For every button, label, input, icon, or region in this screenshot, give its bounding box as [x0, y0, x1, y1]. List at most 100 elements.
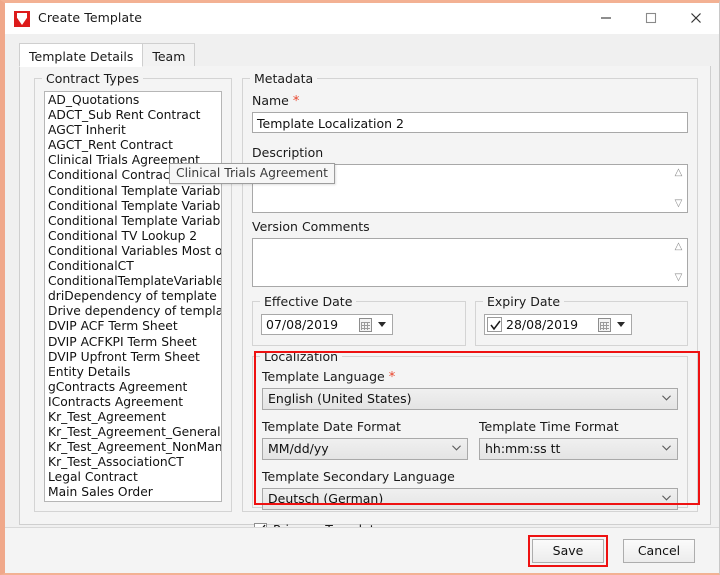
chevron-down-icon [662, 395, 671, 401]
template-date-format-label: Template Date Format [262, 419, 401, 434]
list-item[interactable]: AD_Quotations [45, 93, 221, 108]
template-secondary-language-select[interactable]: Deutsch (German) [262, 488, 678, 510]
template-details-panel: Contract Types AD_QuotationsADCT_Sub Ren… [19, 66, 711, 525]
list-item[interactable]: AGCT Inherit [45, 123, 221, 138]
scroll-up-icon[interactable]: △ [671, 166, 686, 180]
checkmark-icon [490, 320, 501, 331]
chevron-down-icon [662, 445, 671, 451]
list-item[interactable]: Conditional Template Variables [45, 184, 221, 199]
name-label: Name * [252, 93, 299, 109]
list-item[interactable]: gContracts Agreement [45, 380, 221, 395]
metadata-group: Metadata Name * Template Localization 2 … [242, 78, 698, 512]
list-item[interactable]: DVIP ACFKPI Term Sheet [45, 335, 221, 350]
expiry-date-checkbox[interactable] [487, 317, 502, 332]
effective-date-legend: Effective Date [260, 294, 356, 309]
scroll-down-icon[interactable]: ▽ [671, 271, 686, 285]
metadata-legend: Metadata [250, 71, 317, 86]
scroll-down-icon[interactable]: ▽ [671, 197, 686, 211]
list-item[interactable]: driDependency of template variables [45, 289, 221, 304]
template-time-format-label: Template Time Format [479, 419, 619, 434]
version-comments-textarea[interactable]: △ ▽ [252, 238, 688, 287]
list-item[interactable]: Conditional Template Variables Look [45, 199, 221, 214]
save-button-label: Save [553, 543, 584, 558]
template-secondary-language-label: Template Secondary Language [262, 469, 455, 484]
template-date-format-value: MM/dd/yy [268, 441, 329, 456]
calendar-icon[interactable] [359, 318, 372, 332]
template-language-select[interactable]: English (United States) [262, 388, 678, 410]
expiry-date-group: Expiry Date 28/08/2019 [475, 301, 688, 346]
list-item[interactable]: Conditional Template Variables Strin [45, 214, 221, 229]
tab-template-details[interactable]: Template Details [19, 43, 143, 67]
dialog-footer: Save Cancel [5, 527, 719, 573]
create-template-window: Create Template Template Details Team [0, 0, 720, 575]
template-language-label-text: Template Language [262, 369, 385, 384]
minimize-button[interactable] [583, 3, 628, 33]
list-item[interactable]: Kr_Test_AssociationCT [45, 455, 221, 470]
version-comments-label: Version Comments [252, 219, 370, 234]
contract-types-legend: Contract Types [42, 71, 143, 86]
maximize-button[interactable] [628, 3, 673, 33]
tab-strip: Template Details Team [19, 43, 711, 67]
close-icon [690, 12, 702, 24]
description-scrollbar[interactable]: △ ▽ [671, 166, 686, 211]
list-item[interactable]: Kr_Test_Agreement_NonMandatory [45, 440, 221, 455]
tab-template-details-label: Template Details [29, 49, 133, 64]
maximize-icon [645, 12, 657, 24]
cancel-button[interactable]: Cancel [623, 539, 695, 563]
list-item[interactable]: Kr_Test_Agreement [45, 410, 221, 425]
list-item[interactable]: DVIP Upfront Term Sheet [45, 350, 221, 365]
effective-date-field[interactable]: 07/08/2019 [261, 314, 393, 335]
list-item[interactable]: DVIP ACF Term Sheet [45, 319, 221, 334]
template-time-format-select[interactable]: hh:mm:ss tt [479, 438, 678, 460]
list-item[interactable]: AGCT_Rent Contract [45, 138, 221, 153]
list-item[interactable]: Conditional Variables Most of dataty [45, 244, 221, 259]
template-secondary-language-value: Deutsch (German) [268, 491, 383, 506]
effective-date-group: Effective Date 07/08/2019 [252, 301, 466, 346]
expiry-date-legend: Expiry Date [483, 294, 564, 309]
chevron-down-icon [662, 495, 671, 501]
contract-types-listbox[interactable]: AD_QuotationsADCT_Sub Rent ContractAGCT … [44, 91, 222, 502]
name-required-marker: * [293, 94, 300, 109]
template-time-format-value: hh:mm:ss tt [485, 441, 560, 456]
chevron-down-icon [452, 445, 461, 451]
list-item[interactable]: Entity Details [45, 365, 221, 380]
list-item[interactable]: ADCT_Sub Rent Contract [45, 108, 221, 123]
template-language-required-marker: * [389, 370, 396, 385]
list-item[interactable]: Conditional TV Lookup 2 [45, 229, 221, 244]
save-button[interactable]: Save [532, 539, 604, 563]
title-bar: Create Template [5, 3, 719, 34]
dropdown-arrow-icon[interactable] [378, 322, 386, 327]
close-button[interactable] [673, 3, 718, 33]
contract-type-tooltip: Clinical Trials Agreement [169, 163, 335, 184]
tab-team[interactable]: Team [142, 43, 195, 67]
expiry-date-value: 28/08/2019 [506, 317, 578, 332]
dropdown-arrow-icon[interactable] [617, 322, 625, 327]
description-label: Description [252, 145, 323, 160]
name-label-text: Name [252, 93, 289, 108]
template-date-format-select[interactable]: MM/dd/yy [262, 438, 468, 460]
minimize-icon [600, 12, 612, 24]
localization-legend: Localization [260, 349, 342, 364]
contract-types-group: Contract Types AD_QuotationsADCT_Sub Ren… [34, 78, 232, 512]
template-language-label: Template Language * [262, 369, 395, 385]
window-title: Create Template [38, 10, 142, 25]
name-input[interactable]: Template Localization 2 [252, 112, 688, 133]
scroll-up-icon[interactable]: △ [671, 240, 686, 254]
list-item[interactable]: Drive dependency of template varia [45, 304, 221, 319]
expiry-date-field[interactable]: 28/08/2019 [484, 314, 632, 335]
localization-group: Localization Template Language * English… [252, 356, 688, 508]
list-item[interactable]: IContracts Agreement [45, 395, 221, 410]
tab-team-label: Team [152, 49, 185, 64]
list-item[interactable]: MD Localization agreement CT [45, 501, 221, 502]
app-logo-icon [14, 11, 30, 27]
cancel-button-label: Cancel [638, 543, 680, 558]
list-item[interactable]: Kr_Test_Agreement_General [45, 425, 221, 440]
version-comments-scrollbar[interactable]: △ ▽ [671, 240, 686, 285]
effective-date-value: 07/08/2019 [266, 317, 338, 332]
template-language-value: English (United States) [268, 391, 412, 406]
list-item[interactable]: Legal Contract [45, 470, 221, 485]
list-item[interactable]: ConditionalTemplateVariablesChoice [45, 274, 221, 289]
calendar-icon[interactable] [598, 318, 611, 332]
list-item[interactable]: Main Sales Order [45, 485, 221, 500]
list-item[interactable]: ConditionalCT [45, 259, 221, 274]
